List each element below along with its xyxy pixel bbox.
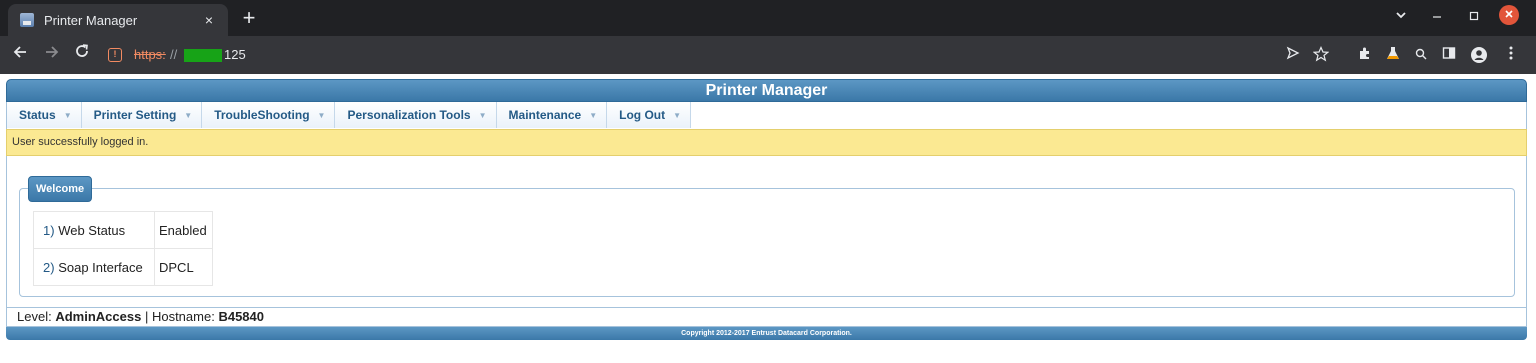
chevron-down-icon: ▼ <box>478 110 487 120</box>
reload-icon[interactable] <box>70 43 94 67</box>
forward-arrow-icon[interactable] <box>40 43 64 67</box>
url-separator: // <box>170 47 178 62</box>
hostname-value: B45840 <box>218 309 264 324</box>
copyright-footer: Copyright 2012-2017 Entrust Datacard Cor… <box>6 327 1527 340</box>
table-row: 1) Web Status Enabled <box>33 211 213 249</box>
row-value: DPCL <box>154 248 213 286</box>
menu-kebab-icon[interactable] <box>1502 46 1520 64</box>
main-nav-menu: Status ▼ Printer Setting ▼ TroubleShooti… <box>6 102 1527 129</box>
bookmark-star-icon[interactable] <box>1312 46 1330 64</box>
minimize-icon[interactable] <box>1428 6 1446 28</box>
address-bar[interactable]: ! https: // 125 <box>100 41 1338 69</box>
row-key-cell: 2) Soap Interface <box>33 248 155 286</box>
browser-toolbar: ! https: // 125 <box>0 36 1536 74</box>
url-host: 125 <box>224 47 246 62</box>
table-row: 2) Soap Interface DPCL <box>33 248 213 286</box>
welcome-info-table: 1) Web Status Enabled 2) Soap Interface … <box>33 211 213 286</box>
level-label: Level: <box>17 309 52 324</box>
window-close-icon[interactable] <box>1499 5 1519 25</box>
tab-search-chevron-icon[interactable] <box>1392 6 1410 28</box>
url-scheme: https: <box>134 47 166 62</box>
welcome-content-area: Welcome 1) Web Status Enabled 2) Soap In… <box>6 156 1527 307</box>
row-number: 1) <box>43 222 55 238</box>
nav-log-out[interactable]: Log Out ▼ <box>607 102 692 128</box>
printer-favicon-icon <box>20 13 34 27</box>
nav-troubleshooting-label: TroubleShooting <box>214 107 310 122</box>
row-key: Soap Interface <box>58 259 143 275</box>
row-key-cell: 1) Web Status <box>33 211 155 249</box>
row-value: Enabled <box>154 211 213 249</box>
nav-personalization-tools-label: Personalization Tools <box>347 107 471 122</box>
login-success-notice: User successfully logged in. <box>6 129 1527 156</box>
nav-troubleshooting[interactable]: TroubleShooting ▼ <box>202 102 336 128</box>
chevron-down-icon: ▼ <box>589 110 598 120</box>
send-tab-icon[interactable] <box>1284 46 1302 64</box>
page-viewport: Printer Manager Status ▼ Printer Setting… <box>0 74 1536 363</box>
search-icon[interactable] <box>1412 46 1430 64</box>
row-key: Web Status <box>58 222 126 238</box>
browser-tabstrip: Printer Manager × + <box>0 0 1536 36</box>
welcome-fieldset <box>19 188 1515 297</box>
level-value: AdminAccess <box>55 309 142 324</box>
row-number: 2) <box>43 259 55 275</box>
maximize-icon[interactable] <box>1466 6 1482 28</box>
user-status-bar: Level: AdminAccess | Hostname: B45840 <box>6 307 1527 327</box>
nav-printer-setting[interactable]: Printer Setting ▼ <box>81 102 203 128</box>
browser-tab[interactable]: Printer Manager × <box>8 4 228 36</box>
back-arrow-icon[interactable] <box>8 43 32 67</box>
chevron-down-icon: ▼ <box>63 110 72 120</box>
close-tab-icon[interactable]: × <box>200 11 218 29</box>
profile-avatar-icon[interactable] <box>1470 46 1488 64</box>
chevron-down-icon: ▼ <box>317 110 326 120</box>
chevron-down-icon: ▼ <box>673 110 682 120</box>
nav-printer-setting-label: Printer Setting <box>93 107 177 122</box>
nav-maintenance[interactable]: Maintenance ▼ <box>496 102 608 128</box>
status-separator: | <box>144 309 149 324</box>
new-tab-button[interactable]: + <box>236 6 262 32</box>
not-secure-warning-icon[interactable]: ! <box>108 48 122 62</box>
hostname-label: Hostname: <box>151 309 215 324</box>
chevron-down-icon: ▼ <box>184 110 193 120</box>
nav-log-out-label: Log Out <box>619 107 666 122</box>
welcome-legend: Welcome <box>28 176 93 202</box>
lab-flask-icon[interactable] <box>1384 46 1402 64</box>
side-panel-icon[interactable] <box>1440 46 1458 64</box>
extensions-puzzle-icon[interactable] <box>1356 46 1374 64</box>
nav-maintenance-label: Maintenance <box>508 107 582 122</box>
redacted-host-block <box>184 49 222 62</box>
nav-status[interactable]: Status ▼ <box>7 102 82 128</box>
nav-status-label: Status <box>19 107 56 122</box>
page-title: Printer Manager <box>6 79 1527 102</box>
tab-title: Printer Manager <box>44 12 138 28</box>
nav-personalization-tools[interactable]: Personalization Tools ▼ <box>335 102 497 128</box>
